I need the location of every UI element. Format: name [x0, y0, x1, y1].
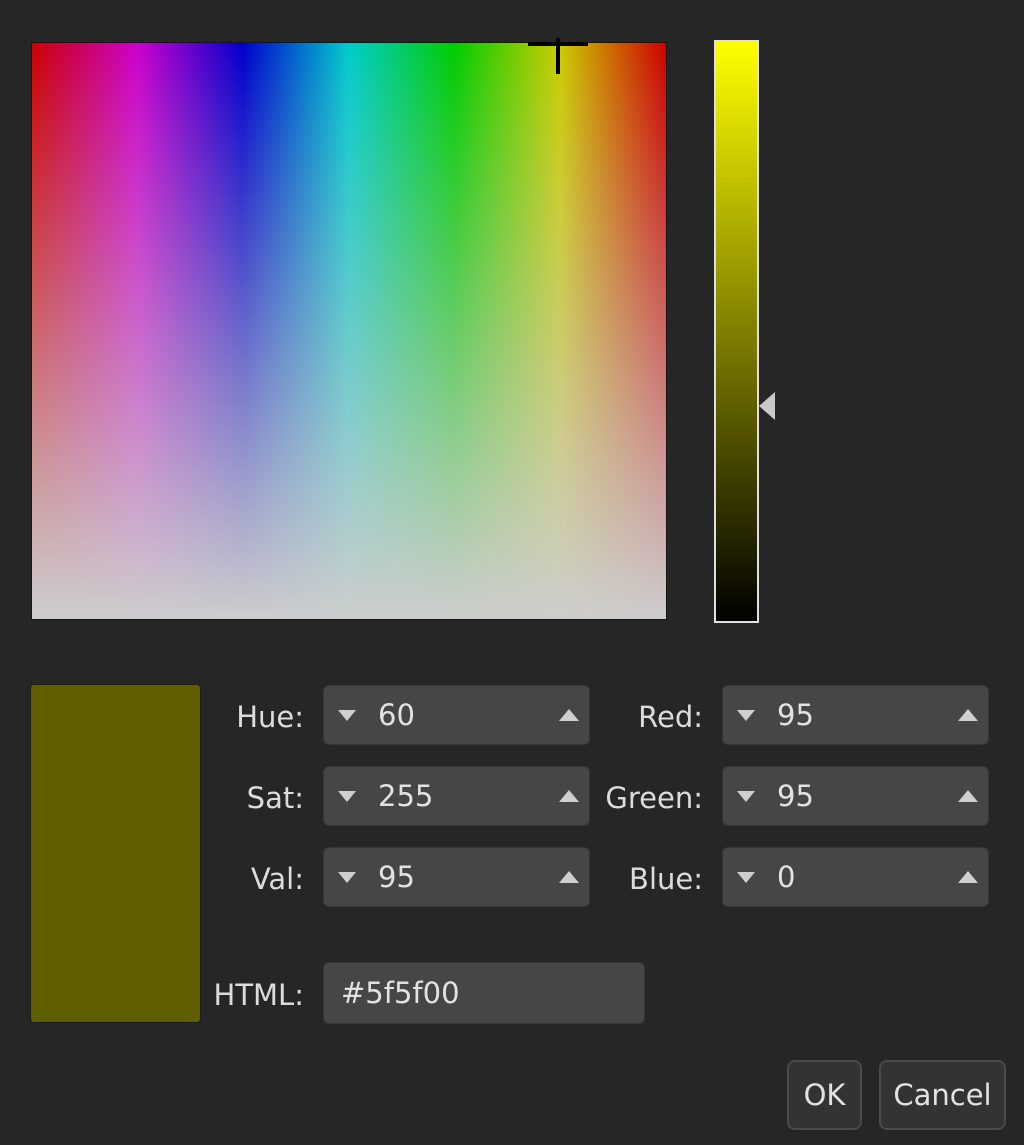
value-slider[interactable] [714, 40, 759, 623]
hue-saturation-field[interactable] [31, 42, 667, 620]
ok-button[interactable]: OK [787, 1060, 862, 1130]
crosshair-vertical [556, 38, 560, 74]
red-label: Red: [638, 700, 703, 734]
hue-value[interactable]: 60 [378, 686, 415, 744]
val-value[interactable]: 95 [378, 848, 415, 906]
green-value[interactable]: 95 [777, 767, 814, 825]
hue-label: Hue: [236, 700, 304, 734]
sat-spinbox[interactable]: 255 [323, 766, 590, 826]
hue-spinbox[interactable]: 60 [323, 685, 590, 745]
sat-decrement-arrow-icon[interactable] [338, 791, 356, 802]
hue-increment-arrow-icon[interactable] [559, 709, 579, 721]
green-spinbox[interactable]: 95 [722, 766, 989, 826]
val-decrement-arrow-icon[interactable] [338, 872, 356, 883]
sat-label: Sat: [246, 781, 304, 815]
blue-spinbox[interactable]: 0 [722, 847, 989, 907]
sat-increment-arrow-icon[interactable] [559, 790, 579, 802]
html-hex-input[interactable]: #5f5f00 [323, 962, 645, 1024]
green-decrement-arrow-icon[interactable] [737, 791, 755, 802]
hue-decrement-arrow-icon[interactable] [338, 710, 356, 721]
val-increment-arrow-icon[interactable] [559, 871, 579, 883]
red-spinbox[interactable]: 95 [722, 685, 989, 745]
red-value[interactable]: 95 [777, 686, 814, 744]
blue-label: Blue: [629, 862, 703, 896]
green-label: Green: [605, 781, 703, 815]
blue-value[interactable]: 0 [777, 848, 795, 906]
sat-value[interactable]: 255 [378, 767, 433, 825]
value-slider-marker-icon[interactable] [759, 391, 775, 420]
cancel-button[interactable]: Cancel [879, 1060, 1006, 1130]
green-increment-arrow-icon[interactable] [958, 790, 978, 802]
val-label: Val: [250, 862, 304, 896]
val-spinbox[interactable]: 95 [323, 847, 590, 907]
color-preview-swatch [30, 684, 201, 1023]
red-decrement-arrow-icon[interactable] [737, 710, 755, 721]
html-label: HTML: [213, 978, 304, 1012]
red-increment-arrow-icon[interactable] [958, 709, 978, 721]
blue-decrement-arrow-icon[interactable] [737, 872, 755, 883]
blue-increment-arrow-icon[interactable] [958, 871, 978, 883]
